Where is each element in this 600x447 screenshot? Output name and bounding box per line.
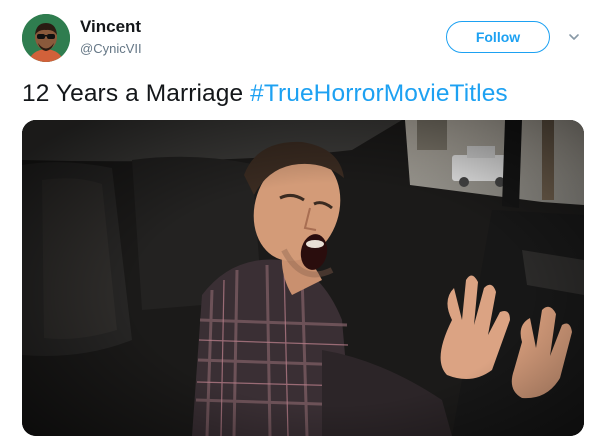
display-name[interactable]: Vincent [80, 17, 141, 37]
tweet-text: 12 Years a Marriage #TrueHorrorMovieTitl… [22, 80, 508, 108]
avatar-illustration [22, 14, 70, 62]
user-handle[interactable]: @CynicVII [80, 41, 142, 56]
chevron-down-icon[interactable] [567, 30, 581, 44]
tweet-text-body: 12 Years a Marriage [22, 80, 251, 107]
avatar[interactable] [22, 14, 70, 62]
tweet-media-image[interactable] [22, 120, 584, 436]
follow-button[interactable]: Follow [446, 21, 550, 53]
media-scene-illustration [22, 120, 584, 436]
hashtag-link[interactable]: #TrueHorrorMovieTitles [250, 80, 508, 107]
